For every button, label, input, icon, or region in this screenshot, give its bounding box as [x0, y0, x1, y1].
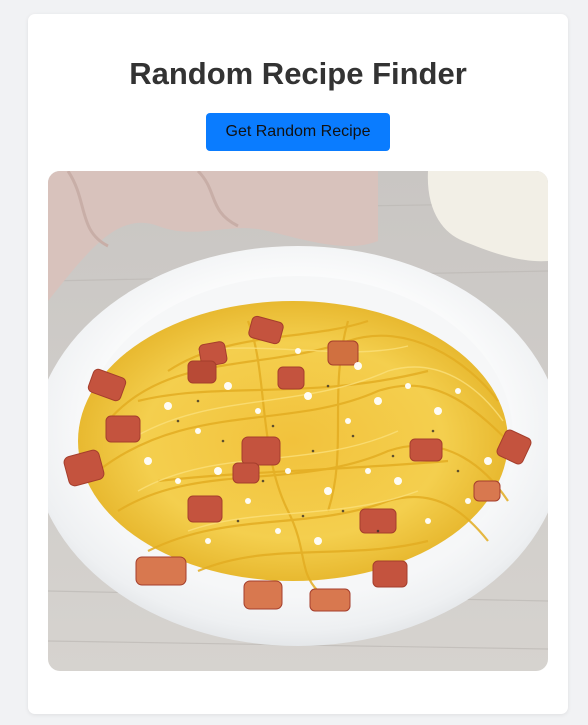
recipe-card: Random Recipe Finder Get Random Recipe: [28, 14, 568, 714]
get-random-recipe-button[interactable]: Get Random Recipe: [206, 113, 390, 151]
pasta-dish-photo: [48, 171, 548, 671]
page-title: Random Recipe Finder: [129, 56, 467, 91]
recipe-image: [48, 171, 548, 671]
